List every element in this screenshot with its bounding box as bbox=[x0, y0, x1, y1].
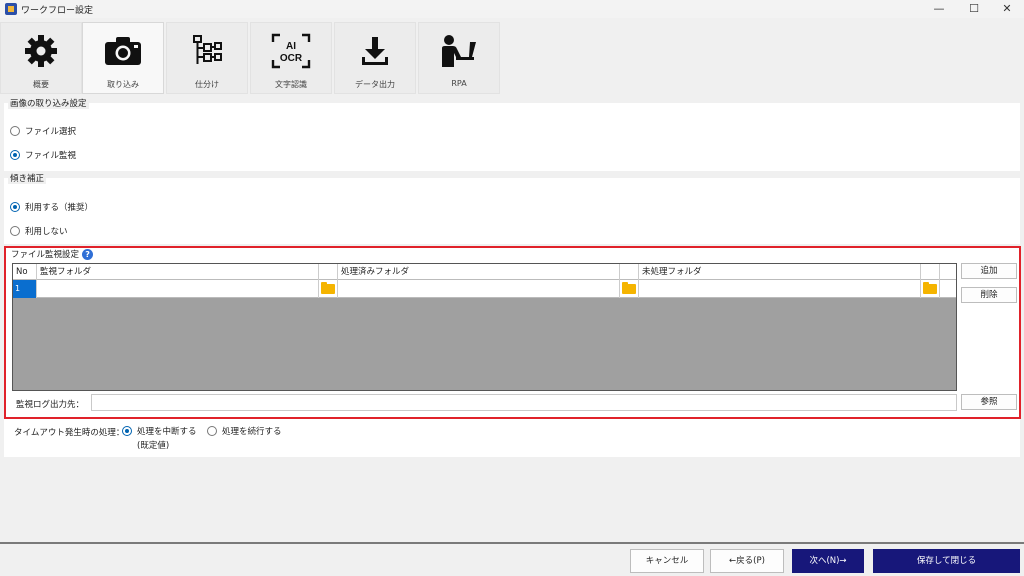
file-monitor-header: ファイル監視設定 ? bbox=[11, 248, 94, 260]
column-header-undone-folder: 未処理フォルダ bbox=[639, 264, 921, 280]
gear-icon bbox=[1, 33, 81, 69]
radio-indicator bbox=[10, 126, 20, 136]
tab-label: 文字認識 bbox=[275, 80, 307, 89]
delete-button[interactable]: 削除 bbox=[961, 287, 1017, 303]
image-import-section: ファイル選択 ファイル監視 bbox=[4, 103, 1020, 171]
skew-section: 利用する（推奨） 利用しない bbox=[4, 178, 1020, 244]
column-header-spacer bbox=[319, 264, 338, 280]
tab-label: 取り込み bbox=[107, 80, 139, 89]
timeout-label: タイムアウト発生時の処理： bbox=[14, 428, 125, 438]
monitor-folder-table: No 監視フォルダ 処理済みフォルダ 未処理フォルダ 1 bbox=[12, 263, 957, 391]
title-bar: ワークフロー設定 — ☐ ✕ bbox=[0, 0, 1024, 18]
folder-icon bbox=[923, 282, 937, 294]
radio-skew-use[interactable]: 利用する（推奨） bbox=[10, 201, 93, 213]
tab-sort[interactable]: 仕分け bbox=[166, 22, 248, 94]
tab-label: 概要 bbox=[33, 80, 49, 89]
radio-indicator bbox=[122, 426, 132, 436]
ai-ocr-icon: AI OCR bbox=[251, 33, 331, 69]
radio-indicator bbox=[10, 202, 20, 212]
browse-button[interactable]: 参照 bbox=[961, 394, 1017, 410]
skew-label: 傾き補正 bbox=[8, 172, 47, 184]
radio-skew-not-use[interactable]: 利用しない bbox=[10, 225, 68, 237]
ocr-icon-text-bottom: OCR bbox=[280, 53, 303, 64]
tab-ocr[interactable]: AI OCR 文字認識 bbox=[250, 22, 332, 94]
save-close-button[interactable]: 保存して閉じる bbox=[873, 549, 1020, 573]
folder-icon bbox=[622, 282, 636, 294]
tab-data-output[interactable]: データ出力 bbox=[334, 22, 416, 94]
add-button[interactable]: 追加 bbox=[961, 263, 1017, 279]
column-header-spacer bbox=[921, 264, 940, 280]
row-number[interactable]: 1 bbox=[13, 280, 37, 298]
radio-timeout-continue[interactable]: 処理を続行する bbox=[207, 425, 282, 437]
done-folder-cell[interactable] bbox=[338, 280, 620, 298]
person-computer-icon bbox=[419, 33, 499, 69]
folder-icon bbox=[321, 282, 335, 294]
watch-folder-browse[interactable] bbox=[319, 280, 338, 298]
undone-folder-cell[interactable] bbox=[639, 280, 921, 298]
ocr-icon-text-top: AI bbox=[286, 41, 296, 52]
app-icon bbox=[5, 3, 17, 15]
radio-indicator bbox=[10, 226, 20, 236]
image-import-label: 画像の取り込み設定 bbox=[8, 97, 89, 109]
tab-label: 仕分け bbox=[195, 80, 219, 89]
tab-bar: 概要 取り込み 仕分け AI OCR 文字認識 データ出力 RPA bbox=[0, 20, 1024, 94]
radio-file-monitor[interactable]: ファイル監視 bbox=[10, 149, 76, 161]
tab-label: データ出力 bbox=[355, 80, 395, 89]
monitor-log-input[interactable] bbox=[91, 394, 957, 411]
table-header: No 監視フォルダ 処理済みフォルダ 未処理フォルダ bbox=[13, 264, 956, 280]
done-folder-browse[interactable] bbox=[620, 280, 639, 298]
back-button[interactable]: ←戻る(P) bbox=[710, 549, 784, 573]
column-header-spacer bbox=[620, 264, 639, 280]
monitor-log-label: 監視ログ出力先： bbox=[16, 400, 85, 410]
help-icon[interactable]: ? bbox=[82, 248, 94, 260]
tab-overview[interactable]: 概要 bbox=[0, 22, 82, 94]
maximize-button[interactable]: ☐ bbox=[957, 0, 991, 18]
close-button[interactable]: ✕ bbox=[990, 0, 1024, 18]
window-title: ワークフロー設定 bbox=[21, 6, 94, 16]
column-header-watch-folder: 監視フォルダ bbox=[37, 264, 319, 280]
tree-icon bbox=[167, 33, 247, 69]
table-row[interactable]: 1 bbox=[13, 280, 956, 298]
next-button[interactable]: 次へ(N)→ bbox=[792, 549, 864, 573]
radio-indicator bbox=[10, 150, 20, 160]
radio-timeout-abort[interactable]: 処理を中断する bbox=[122, 425, 197, 437]
column-header-done-folder: 処理済みフォルダ bbox=[338, 264, 620, 280]
watch-folder-cell[interactable] bbox=[37, 280, 319, 298]
timeout-section: タイムアウト発生時の処理： 処理を中断する (既定値) 処理を続行する bbox=[4, 419, 1020, 457]
download-icon bbox=[335, 33, 415, 69]
tab-label: RPA bbox=[451, 79, 467, 88]
cancel-button[interactable]: キャンセル bbox=[630, 549, 704, 573]
file-monitor-label: ファイル監視設定 bbox=[11, 250, 80, 260]
tab-import[interactable]: 取り込み bbox=[82, 22, 164, 94]
undone-folder-browse[interactable] bbox=[921, 280, 940, 298]
file-monitor-settings: ファイル監視設定 ? No 監視フォルダ 処理済みフォルダ 未処理フォルダ 1 bbox=[4, 246, 1021, 419]
settings-content: ファイル選択 ファイル監視 画像の取り込み設定 利用する（推奨） 利用しない 傾… bbox=[0, 94, 1024, 542]
default-note: (既定値) bbox=[137, 441, 170, 451]
camera-icon bbox=[83, 33, 163, 69]
column-header-no: No bbox=[13, 264, 37, 280]
minimize-button[interactable]: — bbox=[922, 0, 956, 18]
tab-rpa[interactable]: RPA bbox=[418, 22, 500, 94]
footer-bar: キャンセル ←戻る(P) 次へ(N)→ 保存して閉じる bbox=[0, 542, 1024, 576]
radio-file-select[interactable]: ファイル選択 bbox=[10, 125, 76, 137]
radio-indicator bbox=[207, 426, 217, 436]
